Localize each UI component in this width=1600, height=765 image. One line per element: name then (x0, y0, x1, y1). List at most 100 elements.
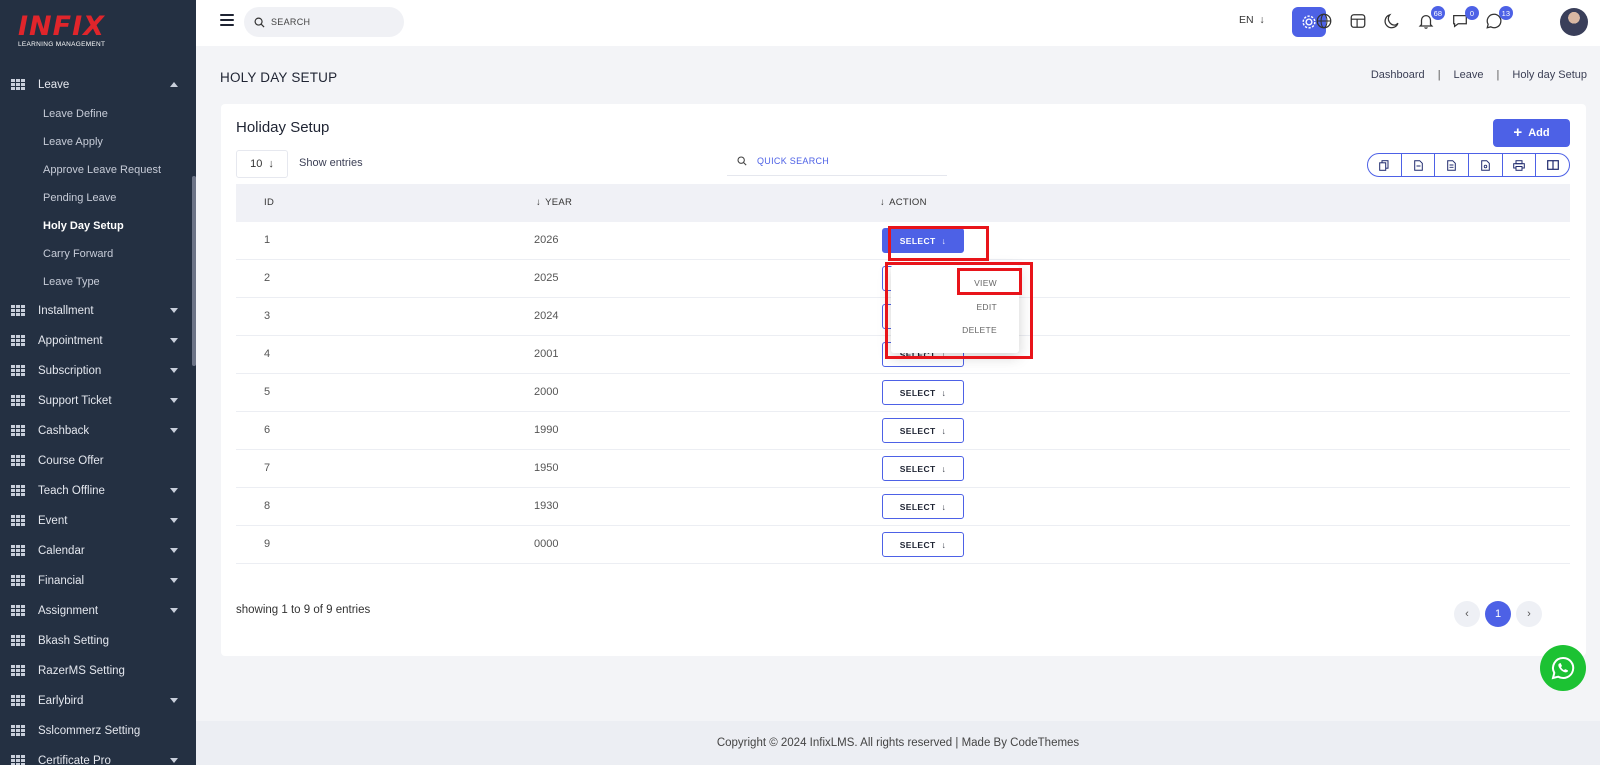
select-action-button[interactable]: SELECT ↓ (882, 418, 964, 443)
language-selector[interactable]: EN ↓ (1239, 14, 1265, 26)
cell-id: 5 (264, 386, 271, 398)
print-button[interactable] (1503, 154, 1537, 176)
dropdown-item-edit[interactable]: EDIT (976, 302, 997, 312)
layout-icon[interactable] (1349, 12, 1369, 32)
pdf-button[interactable] (1469, 154, 1503, 176)
sidebar-item[interactable]: Teach Offline (0, 476, 196, 506)
column-header-action[interactable]: ↓ ACTION (880, 197, 927, 208)
sidebar-item[interactable]: Assignment (0, 596, 196, 626)
cell-id: 7 (264, 462, 271, 474)
sidebar-item[interactable]: Sslcommerz Setting (0, 716, 196, 746)
select-action-button[interactable]: SELECT ↓ (882, 532, 964, 557)
add-button[interactable]: + Add (1493, 119, 1570, 147)
brand-logo[interactable]: INFIX LEARNING MANAGEMENT (18, 12, 106, 49)
prev-page-button[interactable]: ‹ (1454, 601, 1480, 627)
globe-icon[interactable] (1315, 12, 1335, 32)
sidebar-subitem[interactable]: Holy Day Setup (0, 212, 196, 240)
page-button-current[interactable]: 1 (1485, 601, 1511, 627)
dropdown-item-view[interactable]: VIEW (974, 278, 997, 288)
quick-search-input[interactable] (757, 155, 927, 166)
messages-button[interactable]: 0 (1451, 6, 1479, 32)
cell-year: 2001 (534, 348, 559, 360)
sidebar-item[interactable]: Subscription (0, 356, 196, 386)
grid-icon (11, 724, 25, 738)
whatsapp-icon (1551, 656, 1575, 680)
select-action-button[interactable]: SELECT ↓ (882, 380, 964, 405)
columns-button[interactable] (1536, 154, 1569, 176)
sidebar-subitem[interactable]: Leave Apply (0, 128, 196, 156)
select-label: SELECT (899, 501, 936, 512)
entries-info: showing 1 to 9 of 9 entries (236, 604, 371, 616)
sidebar-item[interactable]: Support Ticket (0, 386, 196, 416)
sidebar-item[interactable]: RazerMS Setting (0, 656, 196, 686)
sidebar-item[interactable]: Cashback (0, 416, 196, 446)
column-header-year[interactable]: ↓ YEAR (536, 197, 572, 208)
grid-icon (11, 544, 25, 558)
user-avatar[interactable] (1560, 8, 1588, 36)
column-header-id[interactable]: ID (264, 197, 274, 208)
caret-down-icon (170, 338, 178, 343)
table-header: ID ↓ YEAR ↓ ACTION (236, 184, 1570, 222)
columns-icon (1546, 160, 1559, 170)
search-input[interactable] (271, 17, 391, 27)
sidebar-item[interactable]: Course Offer (0, 446, 196, 476)
sidebar-subitem[interactable]: Leave Type (0, 268, 196, 296)
breadcrumb: Dashboard | Leave | Holy day Setup (1371, 69, 1587, 81)
sidebar-item-leave[interactable]: Leave (0, 70, 196, 100)
sidebar-scrollbar[interactable] (192, 176, 196, 366)
sidebar-item[interactable]: Earlybird (0, 686, 196, 716)
sidebar-subitem[interactable]: Leave Define (0, 100, 196, 128)
sidebar-subitem[interactable]: Pending Leave (0, 184, 196, 212)
sidebar-item[interactable]: Certificate Pro (0, 746, 196, 765)
sidebar-subitem[interactable]: Carry Forward (0, 240, 196, 268)
sidebar-item[interactable]: Appointment (0, 326, 196, 356)
grid-icon (11, 484, 25, 498)
chat-button[interactable]: 13 (1485, 6, 1513, 32)
caret-up-icon (170, 82, 178, 87)
whatsapp-button[interactable] (1540, 645, 1586, 691)
sidebar-subitem[interactable]: Approve Leave Request (0, 156, 196, 184)
entries-select[interactable]: 10 ↓ (236, 150, 288, 178)
dark-mode-icon[interactable] (1383, 12, 1403, 32)
breadcrumb-leave[interactable]: Leave (1454, 69, 1484, 81)
chat-badge: 13 (1498, 6, 1513, 20)
arrow-down-icon: ↓ (880, 197, 886, 208)
sidebar-item[interactable]: Installment (0, 296, 196, 326)
excel-button[interactable] (1435, 154, 1470, 176)
holiday-setup-card: Holiday Setup + Add 10 ↓ Show entries ID… (221, 104, 1586, 656)
cell-year: 0000 (534, 538, 559, 550)
dropdown-item-delete[interactable]: DELETE (962, 325, 997, 335)
hamburger-menu-icon[interactable] (220, 14, 234, 26)
brand-tagline: LEARNING MANAGEMENT (18, 41, 106, 48)
next-page-button[interactable]: › (1516, 601, 1542, 627)
sidebar-item[interactable]: Bkash Setting (0, 626, 196, 656)
notifications-button[interactable]: 68 (1417, 6, 1445, 32)
sidebar-item[interactable]: Calendar (0, 536, 196, 566)
select-action-button[interactable]: SELECT ↓ (882, 228, 964, 253)
search-box[interactable] (244, 7, 404, 37)
sidebar-item-label: Sslcommerz Setting (38, 725, 141, 737)
chevron-right-icon: › (1527, 608, 1531, 620)
select-action-button[interactable]: SELECT ↓ (882, 494, 964, 519)
sidebar-item-label: Leave (38, 79, 70, 91)
select-action-button[interactable]: SELECT ↓ (882, 456, 964, 481)
sidebar-item[interactable]: Financial (0, 566, 196, 596)
sidebar-item[interactable]: Event (0, 506, 196, 536)
page-title: HOLY DAY SETUP (220, 70, 338, 85)
breadcrumb-current: Holy day Setup (1512, 69, 1587, 81)
grid-icon (11, 574, 25, 588)
caret-down-icon (170, 368, 178, 373)
sidebar-item-label: Earlybird (38, 695, 84, 707)
select-label: SELECT (899, 463, 936, 474)
csv-button[interactable] (1402, 154, 1436, 176)
plus-icon: + (1513, 124, 1523, 141)
quick-search-box[interactable] (727, 146, 947, 176)
breadcrumb-separator: | (1437, 69, 1441, 81)
copy-button[interactable] (1368, 154, 1402, 176)
caret-down-icon (170, 758, 178, 763)
pdf-icon (1481, 159, 1490, 171)
breadcrumb-separator: | (1496, 69, 1500, 81)
sidebar-item-label: Certificate Pro (38, 755, 111, 765)
cell-id: 8 (264, 500, 271, 512)
breadcrumb-dashboard[interactable]: Dashboard (1371, 69, 1425, 81)
